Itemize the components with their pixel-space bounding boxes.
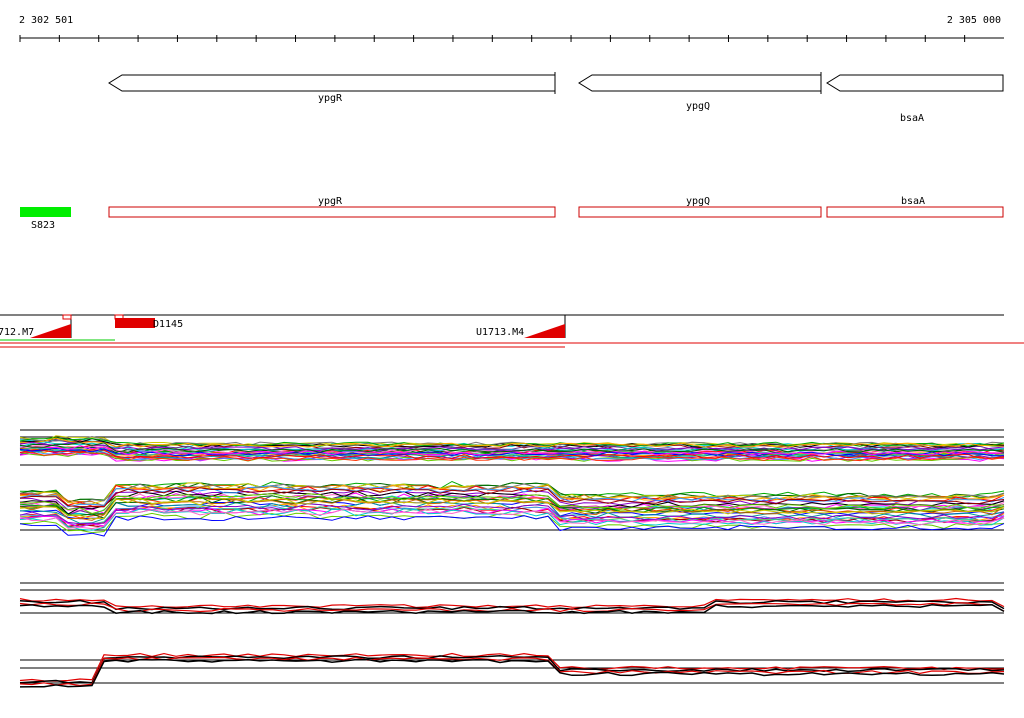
expression-track-2 [19, 480, 1005, 537]
transcript-label-D1145: D1145 [153, 319, 183, 330]
ruler-start-label: 2 302 501 [19, 15, 73, 26]
annotation-box-ypgQ[interactable] [578, 206, 822, 218]
expression-track-1 [19, 429, 1005, 466]
annotation-label-ypgR: ypgR [318, 196, 343, 207]
transcript-D1145[interactable] [114, 314, 155, 328]
annotation-track: ypgR ypgQ bsaA S823 [20, 196, 1004, 231]
genome-browser-canvas: 2 302 501 2 305 000 ypgR ypgQ bsaA ypgR … [0, 15, 1024, 688]
gene-track: ypgR ypgQ bsaA [108, 72, 1004, 124]
ruler-end-label: 2 305 000 [947, 15, 1001, 26]
transcript-label-U1713-M4: U1713.M4 [476, 327, 524, 338]
gene-arrow-ypgQ[interactable] [578, 72, 822, 94]
expression-profile-red-b [19, 652, 1005, 688]
annotation-box-ypgR[interactable] [108, 206, 556, 218]
annotation-label-bsaA: bsaA [901, 196, 925, 207]
annotation-label-ypgQ: ypgQ [686, 196, 710, 207]
segment-S823[interactable] [20, 207, 71, 217]
gene-label-bsaA: bsaA [900, 113, 924, 124]
gene-label-ypgQ: ypgQ [686, 101, 710, 112]
annotation-box-bsaA[interactable] [826, 206, 1004, 218]
transcript-track: 712.M7 D1145 U1713.M4 [0, 314, 1024, 348]
transcript-U1713-M4[interactable] [524, 315, 566, 338]
gene-arrow-ypgR[interactable] [108, 72, 556, 94]
expression-track-4 [19, 652, 1005, 688]
transcript-712-M7[interactable] [30, 314, 72, 338]
expression-profile-lines-upper [19, 435, 1005, 462]
coordinate-ruler: 2 302 501 2 305 000 [19, 15, 1004, 42]
expression-profile-red-a [19, 597, 1005, 615]
segment-label-S823: S823 [31, 220, 55, 231]
transcript-label-712-M7: 712.M7 [0, 327, 34, 338]
gene-arrow-bsaA[interactable] [826, 74, 1004, 92]
genome-browser-view: 2 302 501 2 305 000 ypgR ypgQ bsaA ypgR … [0, 0, 1024, 714]
expression-track-3 [19, 582, 1005, 615]
gene-label-ypgR: ypgR [318, 93, 343, 104]
expression-profile-lines-lower [19, 480, 1005, 537]
